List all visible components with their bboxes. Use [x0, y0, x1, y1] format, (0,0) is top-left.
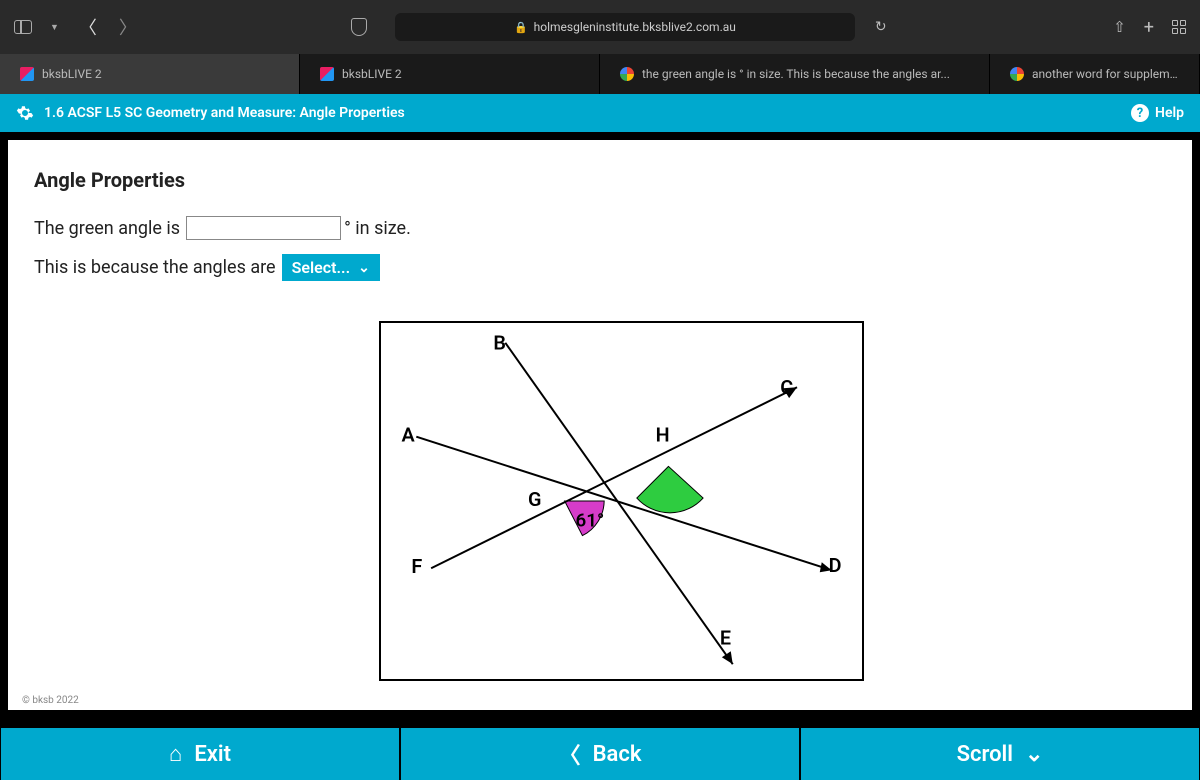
dropdown-icon[interactable]: ▼	[50, 22, 59, 33]
text: This is because the angles are	[34, 257, 276, 278]
refresh-icon[interactable]: ↻	[875, 19, 887, 35]
footer-bar: ⌂ Exit 〈 Back Scroll ⌄	[0, 728, 1200, 780]
question-line-1: The green angle is ° in size.	[34, 216, 1166, 240]
select-label: Select...	[292, 258, 351, 277]
browser-toolbar: ▼ 〈 〉 🔒 holmesgleninstitute.bksblive2.co…	[0, 0, 1200, 54]
tab-strip: bksbLIVE 2 bksbLIVE 2 the green angle is…	[0, 54, 1200, 94]
url-text: holmesgleninstitute.bksblive2.com.au	[534, 20, 736, 34]
tab-1[interactable]: bksbLIVE 2	[0, 54, 300, 94]
favicon-icon	[1010, 67, 1024, 81]
reason-select[interactable]: Select... ⌄	[282, 254, 380, 281]
tab-label: bksbLIVE 2	[42, 67, 102, 81]
chevron-left-icon: 〈	[559, 738, 581, 770]
back-button[interactable]: 〈 Back	[401, 728, 799, 780]
sidebar-toggle-icon[interactable]	[14, 20, 32, 34]
pt-C: C	[780, 376, 793, 399]
label: Scroll	[957, 742, 1013, 767]
pt-F: F	[411, 555, 422, 578]
tab-3[interactable]: the green angle is ° in size. This is be…	[600, 54, 990, 94]
favicon-icon	[620, 67, 634, 81]
pt-G: G	[528, 488, 541, 511]
back-icon[interactable]: 〈	[77, 14, 99, 40]
home-icon: ⌂	[169, 741, 182, 767]
chevron-down-icon: ⌄	[358, 260, 370, 276]
forward-icon: 〉	[117, 14, 139, 40]
label: Back	[593, 742, 642, 767]
exit-button[interactable]: ⌂ Exit	[1, 728, 399, 780]
shield-icon[interactable]	[351, 18, 367, 36]
section-title: Angle Properties	[34, 168, 1166, 192]
page-header: 1.6 ACSF L5 SC Geometry and Measure: Ang…	[0, 94, 1200, 132]
tab-label: bksbLIVE 2	[342, 67, 402, 81]
label: Exit	[194, 742, 231, 767]
content-area: Angle Properties The green angle is ° in…	[8, 140, 1192, 710]
question-line-2: This is because the angles are Select...…	[34, 254, 1166, 281]
favicon-icon	[320, 67, 334, 81]
pt-E: E	[720, 626, 731, 649]
favicon-icon	[20, 67, 34, 81]
help-label: Help	[1155, 105, 1184, 121]
pt-H: H	[656, 424, 670, 447]
pt-D: D	[829, 554, 842, 577]
tab-4[interactable]: another word for supplementary angles - …	[990, 54, 1200, 94]
chevron-down-icon: ⌄	[1025, 742, 1043, 767]
new-tab-icon[interactable]: +	[1144, 17, 1154, 38]
geometry-figure: A B C D E F G H 61°	[379, 321, 864, 681]
lock-icon: 🔒	[514, 21, 528, 34]
share-icon[interactable]: ⇧	[1113, 18, 1126, 36]
pt-B: B	[493, 332, 506, 355]
angle-input[interactable]	[186, 216, 341, 240]
angle-label: 61°	[576, 510, 605, 532]
scroll-button[interactable]: Scroll ⌄	[801, 728, 1199, 780]
pt-A: A	[401, 424, 415, 447]
url-bar[interactable]: 🔒 holmesgleninstitute.bksblive2.com.au	[395, 13, 855, 41]
tab-label: the green angle is ° in size. This is be…	[642, 67, 950, 81]
text: The green angle is	[34, 218, 180, 239]
help-button[interactable]: ? Help	[1131, 104, 1184, 122]
gear-icon	[16, 104, 34, 122]
help-icon: ?	[1131, 104, 1149, 122]
text: ° in size.	[344, 218, 411, 239]
tab-label: another word for supplementary angles - …	[1032, 67, 1179, 81]
page-title: 1.6 ACSF L5 SC Geometry and Measure: Ang…	[44, 105, 405, 121]
tabs-grid-icon[interactable]	[1172, 20, 1186, 34]
copyright: © bksb 2022	[22, 695, 79, 706]
tab-2[interactable]: bksbLIVE 2	[300, 54, 600, 94]
